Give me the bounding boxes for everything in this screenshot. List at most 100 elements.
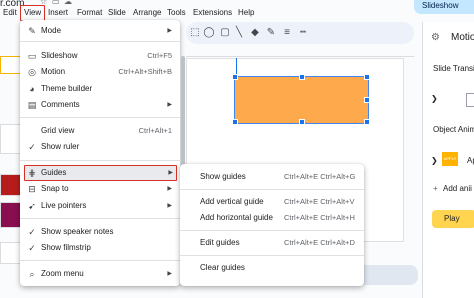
submenu-item-add-horizontal-guide[interactable]: Add horizontal guide Ctrl+Alt+E Ctrl+Alt…	[180, 210, 364, 226]
menu-item-show-ruler[interactable]: ✓ Show ruler	[20, 139, 180, 155]
menu-divider	[20, 260, 180, 261]
menu-item-mode[interactable]: ✎ Mode ▶	[20, 23, 180, 39]
menu-divider	[20, 117, 180, 118]
menu-item-label: Motion	[41, 67, 66, 76]
guides-icon: ⋕	[28, 168, 36, 178]
menu-item-label: Show ruler	[41, 142, 80, 151]
check-icon: ✓	[28, 227, 36, 237]
menu-item-motion[interactable]: ◎ Motion Ctrl+Alt+Shift+B	[20, 64, 180, 80]
menu-insert[interactable]: Insert	[48, 6, 68, 20]
menu-extensions[interactable]: Extensions	[193, 6, 232, 20]
animation-thumbnail: APPLY	[442, 152, 458, 166]
menu-item-label: Show filmstrip	[41, 243, 91, 252]
submenu-item-shortcut: Ctrl+Alt+E Ctrl+Alt+V	[284, 197, 355, 206]
resize-handle[interactable]	[299, 74, 305, 80]
view-menu: ✎ Mode ▶ ▭ Slideshow Ctrl+F5 ◎ Motion Ct…	[20, 20, 180, 286]
menu-item-zoom-menu[interactable]: ⌕ Zoom menu ▶	[20, 266, 180, 282]
menu-arrange[interactable]: Arrange	[133, 6, 161, 20]
motion-panel-title: Motio	[451, 32, 474, 43]
submenu-item-label: Show guides	[200, 172, 246, 181]
menu-view[interactable]: View	[20, 5, 46, 21]
submenu-arrow-icon: ▶	[167, 203, 172, 209]
menu-item-snap-to[interactable]: ⊟ Snap to ▶	[20, 181, 180, 197]
pencil-icon: ✎	[28, 26, 36, 36]
pointer-icon: ➹	[28, 201, 36, 211]
play-button[interactable]: Play	[432, 210, 474, 228]
resize-handle[interactable]	[364, 119, 370, 125]
slide-transition-label: Slide Transiti	[433, 64, 474, 73]
menu-item-slideshow[interactable]: ▭ Slideshow Ctrl+F5	[20, 48, 180, 64]
resize-handle[interactable]	[364, 74, 370, 80]
animation-item-label: Ap	[467, 156, 474, 165]
menu-item-shortcut: Ctrl+F5	[147, 51, 172, 60]
menu-item-label: Slideshow	[41, 51, 78, 60]
menu-item-label: Show speaker notes	[41, 227, 114, 236]
menu-item-live-pointers[interactable]: ➹ Live pointers ▶	[20, 198, 180, 214]
line-icon[interactable]: ╲	[232, 26, 246, 40]
shape-icon[interactable]: ◯	[202, 26, 216, 40]
chevron-right-icon[interactable]: ❯	[431, 156, 438, 165]
transition-preview-icon	[466, 93, 474, 107]
submenu-arrow-icon: ▶	[168, 170, 173, 176]
menu-item-comments[interactable]: ▤ Comments ▶	[20, 97, 180, 113]
menu-item-show-filmstrip[interactable]: ✓ Show filmstrip	[20, 240, 180, 256]
menu-item-guides[interactable]: ⋕ Guides ▶	[24, 165, 177, 181]
menu-item-grid-view[interactable]: Grid view Ctrl+Alt+1	[20, 123, 180, 139]
menu-item-theme-builder[interactable]: ◕ Theme builder	[20, 81, 180, 97]
menu-item-shortcut: Ctrl+Alt+1	[138, 126, 172, 135]
check-icon: ✓	[28, 243, 36, 253]
menu-divider	[180, 255, 364, 256]
check-icon: ✓	[28, 142, 36, 152]
resize-handle[interactable]	[232, 74, 238, 80]
cloud-icon[interactable]: ☁	[64, 0, 72, 6]
fill-color-icon[interactable]: ◆	[248, 26, 262, 40]
submenu-item-edit-guides[interactable]: Edit guides Ctrl+Alt+E Ctrl+Alt+D	[180, 235, 364, 251]
guides-submenu: Show guides Ctrl+Alt+E Ctrl+Alt+G Add ve…	[180, 164, 364, 286]
submenu-item-label: Add horizontal guide	[200, 213, 273, 222]
menu-format[interactable]: Format	[77, 6, 102, 20]
menu-slide[interactable]: Slide	[108, 6, 126, 20]
orange-rectangle-shape[interactable]	[232, 74, 370, 125]
select-icon[interactable]: ⬚	[188, 26, 202, 40]
menu-edit[interactable]: Edit	[3, 6, 17, 20]
menu-divider	[180, 230, 364, 231]
add-animation-button[interactable]: Add anii	[443, 184, 472, 193]
menu-item-label: Comments	[41, 100, 80, 109]
horizontal-ruler	[186, 46, 414, 57]
image-icon[interactable]: ▢	[218, 26, 232, 40]
resize-handle[interactable]	[232, 119, 238, 125]
slideshow-icon: ▭	[27, 51, 37, 61]
submenu-item-label: Edit guides	[200, 238, 240, 247]
menu-item-label: Snap to	[41, 184, 69, 193]
palette-icon: ◕	[29, 84, 35, 94]
menu-tools[interactable]: Tools	[167, 6, 186, 20]
submenu-item-label: Clear guides	[200, 263, 245, 272]
rotate-handle-line	[236, 58, 237, 74]
move-icon[interactable]: ▭	[52, 0, 60, 6]
star-icon[interactable]: ☆	[40, 0, 47, 6]
border-weight-icon[interactable]: ≡	[280, 26, 294, 40]
motion-icon: ⚙	[431, 32, 440, 43]
object-animation-label: Object Anim	[433, 125, 474, 134]
submenu-item-clear-guides[interactable]: Clear guides	[180, 260, 364, 276]
border-color-icon[interactable]: ✎	[264, 26, 278, 40]
border-dash-icon[interactable]: ┅	[296, 26, 310, 40]
menu-item-label: Live pointers	[41, 201, 87, 210]
submenu-arrow-icon: ▶	[167, 186, 172, 192]
resize-handle[interactable]	[364, 97, 370, 103]
submenu-item-add-vertical-guide[interactable]: Add vertical guide Ctrl+Alt+E Ctrl+Alt+V	[180, 194, 364, 210]
menu-item-label: Theme builder	[41, 84, 93, 93]
toolbar: ⬚ ◯ ▢ ╲ ◆ ✎ ≡ ┅	[186, 22, 414, 44]
chevron-right-icon[interactable]: ❯	[431, 94, 438, 103]
submenu-item-show-guides[interactable]: Show guides Ctrl+Alt+E Ctrl+Alt+G	[180, 169, 364, 185]
submenu-item-label: Add vertical guide	[200, 197, 264, 206]
resize-handle[interactable]	[299, 119, 305, 125]
menu-help[interactable]: Help	[238, 6, 254, 20]
menu-divider	[20, 41, 180, 42]
slideshow-button[interactable]: Slideshow	[414, 0, 474, 14]
menu-divider	[20, 218, 180, 219]
menu-divider	[180, 189, 364, 190]
menu-item-show-speaker-notes[interactable]: ✓ Show speaker notes	[20, 224, 180, 240]
add-icon[interactable]: +	[433, 184, 438, 193]
motion-icon: ◎	[28, 67, 36, 77]
